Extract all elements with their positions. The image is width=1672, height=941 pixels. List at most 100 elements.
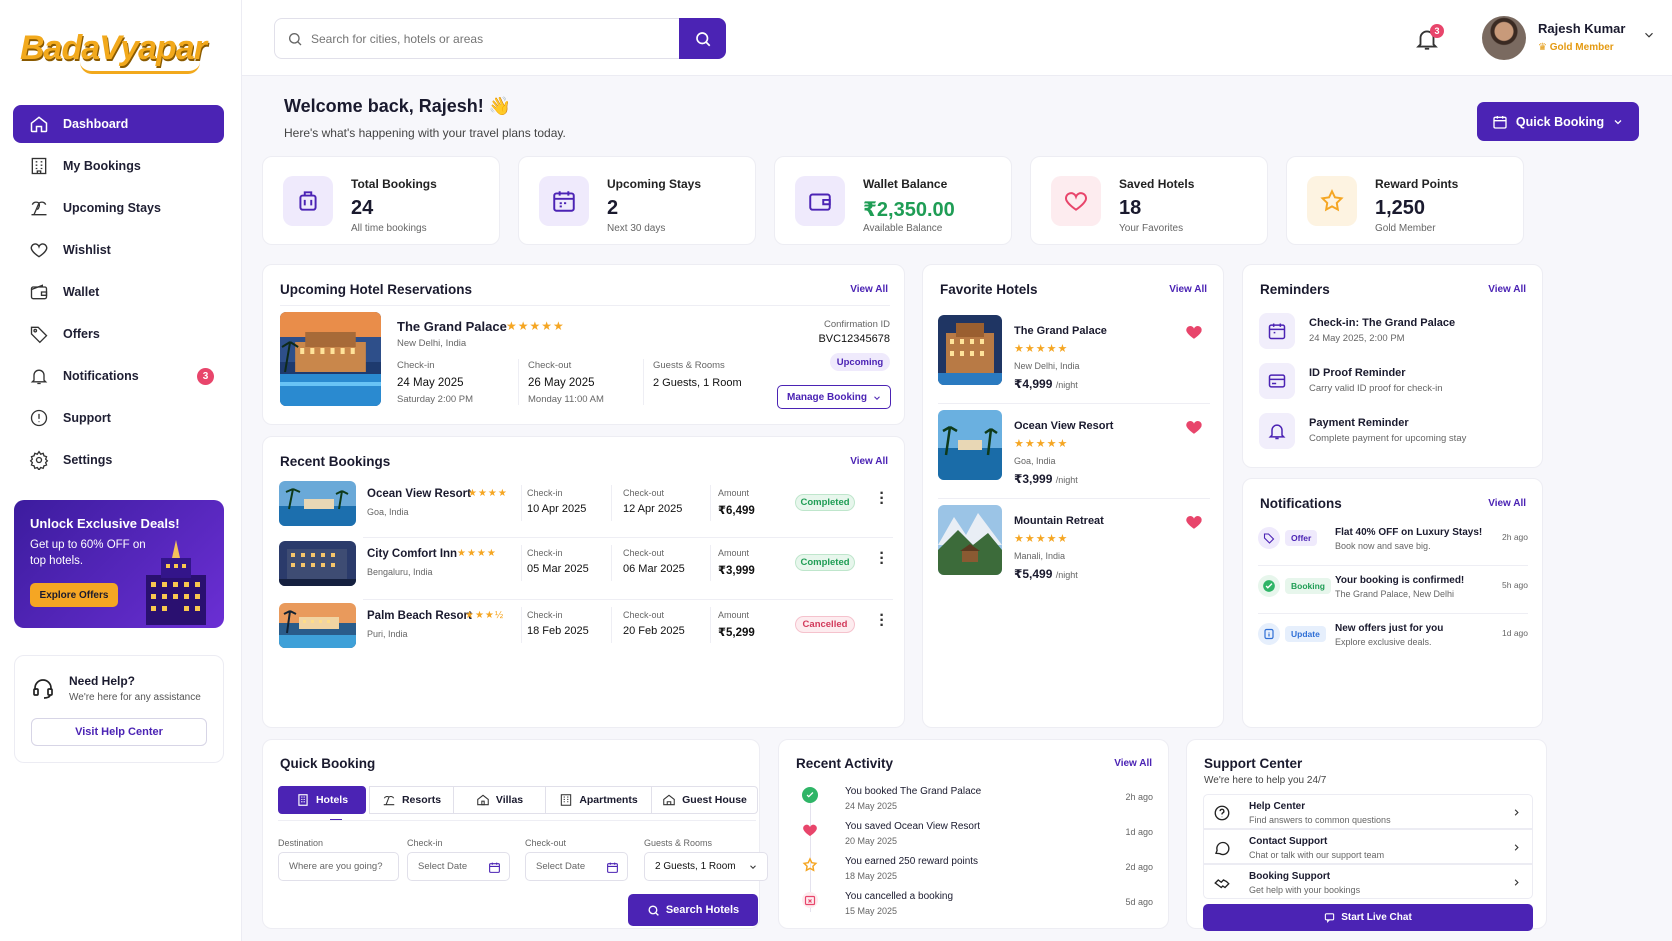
heart-icon[interactable] [1185, 418, 1203, 436]
stat-card-wallet-balance[interactable]: Wallet Balance ₹2,350.00 Available Balan… [774, 156, 1012, 245]
divider [710, 545, 711, 581]
view-all-link[interactable]: View All [1488, 284, 1526, 295]
view-all-link[interactable]: View All [850, 284, 888, 295]
sidebar-item-label: Notifications [63, 369, 139, 383]
sidebar-item-label: Upcoming Stays [63, 201, 161, 215]
sidebar-item-support[interactable]: Support [13, 399, 224, 437]
more-options-icon[interactable]: · · · [877, 608, 887, 634]
list-item[interactable]: Booking Your booking is confirmed! The G… [1243, 571, 1544, 615]
sidebar-item-wallet[interactable]: Wallet [13, 273, 224, 311]
guests-label: Guests & Rooms [644, 838, 713, 848]
status-badge: Cancelled [795, 616, 855, 633]
divider [710, 607, 711, 643]
support-item-contact-support[interactable]: Contact Support Chat or talk with our su… [1203, 829, 1533, 864]
stat-card-reward-points[interactable]: Reward Points 1,250 Gold Member [1286, 156, 1524, 245]
tab-villas[interactable]: Villas [453, 786, 545, 814]
list-item[interactable]: You earned 250 reward points 18 May 2025… [779, 854, 1170, 890]
sidebar-item-my-bookings[interactable]: My Bookings [13, 147, 224, 185]
table-row[interactable]: City Comfort Inn ★★★★ Bengaluru, India C… [263, 541, 906, 599]
support-item-help-center[interactable]: Help Center Find answers to common quest… [1203, 794, 1533, 829]
heart-icon[interactable] [1185, 513, 1203, 531]
checkin-label: Check-in [527, 488, 563, 498]
checkin-date-input[interactable]: Select Date [407, 852, 510, 881]
view-all-link[interactable]: View All [1488, 498, 1526, 509]
search-button[interactable] [679, 18, 726, 59]
table-row[interactable]: Ocean View Resort ★★★★ Goa, India Check-… [263, 479, 906, 537]
support-item-title: Contact Support [1249, 836, 1328, 847]
star-rating: ★★★★ [468, 488, 508, 499]
heart-icon[interactable] [1185, 323, 1203, 341]
reminder-title: Payment Reminder [1309, 417, 1409, 429]
hotel-location: Puri, India [367, 629, 408, 639]
help-card: Need Help? We're here for any assistance… [14, 655, 224, 763]
list-item[interactable]: Update New offers just for you Explore e… [1243, 619, 1544, 663]
sidebar-item-dashboard[interactable]: Dashboard [13, 105, 224, 143]
sidebar-item-settings[interactable]: Settings [13, 441, 224, 479]
stat-value: 18 [1119, 197, 1142, 219]
more-options-icon[interactable]: · · · [877, 486, 887, 512]
hotel-image[interactable] [280, 312, 381, 406]
start-live-chat-button[interactable]: Start Live Chat [1203, 904, 1533, 931]
hotel-image [938, 505, 1002, 575]
activity-date: 24 May 2025 [845, 801, 898, 811]
stat-card-saved-hotels[interactable]: Saved Hotels 18 Your Favorites [1030, 156, 1268, 245]
main-content: Welcome back, Rajesh! 👋 Here's what's ha… [242, 76, 1672, 941]
hotel-image [279, 541, 356, 586]
tab-guest-house[interactable]: Guest House [651, 786, 758, 814]
quick-booking-button[interactable]: Quick Booking [1477, 102, 1639, 141]
activity-time: 1d ago [1125, 827, 1153, 837]
divider [518, 359, 519, 405]
user-menu[interactable]: Rajesh Kumar ♛ Gold Member [1482, 16, 1657, 60]
list-item[interactable]: You cancelled a booking 15 May 2025 5d a… [779, 889, 1170, 925]
checkin-label: Check-in [407, 838, 443, 848]
per-night-label: /night [1055, 570, 1078, 580]
explore-offers-button[interactable]: Explore Offers [30, 583, 118, 607]
divider [611, 607, 612, 643]
sidebar-item-wishlist[interactable]: Wishlist [13, 231, 224, 269]
search-input[interactable] [311, 29, 671, 49]
guests-select[interactable]: 2 Guests, 1 Room [644, 852, 768, 881]
amount-value: ₹6,499 [718, 505, 755, 517]
list-item[interactable]: Check-in: The Grand Palace 24 May 2025, … [1243, 311, 1544, 357]
sidebar-item-upcoming-stays[interactable]: Upcoming Stays [13, 189, 224, 227]
support-item-sub: Chat or talk with our support team [1249, 850, 1385, 860]
hotel-location: Goa, India [367, 507, 409, 517]
help-subtitle: We're here for any assistance [69, 692, 201, 703]
list-item[interactable]: Ocean View Resort ★★★★★ Goa, India ₹3,99… [923, 410, 1225, 500]
sidebar-item-notifications[interactable]: Notifications 3 [13, 357, 224, 395]
sidebar: BadaVyapar Dashboard My Bookings Upcomin… [0, 0, 242, 941]
view-all-link[interactable]: View All [1169, 284, 1207, 295]
manage-booking-dropdown[interactable]: Manage Booking [777, 385, 891, 409]
tab-resorts[interactable]: Resorts [369, 786, 453, 814]
list-item[interactable]: Mountain Retreat ★★★★★ Manali, India ₹5,… [923, 505, 1225, 595]
activity-time: 2d ago [1125, 862, 1153, 872]
more-options-icon[interactable]: · · · [877, 546, 887, 572]
view-all-link[interactable]: View All [850, 456, 888, 467]
stat-card-upcoming-stays[interactable]: Upcoming Stays 2 Next 30 days [518, 156, 756, 245]
search-hotels-button[interactable]: Search Hotels [628, 894, 758, 926]
destination-input[interactable]: Where are you going? [278, 852, 399, 881]
reminders-card: Reminders View All Check-in: The Grand P… [1242, 264, 1543, 468]
stat-card-total-bookings[interactable]: Total Bookings 24 All time bookings [262, 156, 500, 245]
sidebar-item-offers[interactable]: Offers [13, 315, 224, 353]
view-all-link[interactable]: View All [1114, 758, 1152, 769]
brand-logo[interactable]: BadaVyapar [20, 18, 220, 78]
card-title: Notifications [1260, 496, 1342, 511]
table-row[interactable]: Palm Beach Resort ★★★½ Puri, India Check… [263, 603, 906, 661]
list-item[interactable]: The Grand Palace ★★★★★ New Delhi, India … [923, 315, 1225, 405]
list-item[interactable]: Offer Flat 40% OFF on Luxury Stays! Book… [1243, 523, 1544, 567]
star-rating: ★★★★★ [1014, 438, 1069, 450]
visit-help-center-button[interactable]: Visit Help Center [31, 718, 207, 746]
list-item[interactable]: Payment Reminder Complete payment for up… [1243, 411, 1544, 457]
tab-hotels[interactable]: Hotels [278, 786, 366, 814]
checkin-date: 24 May 2025 [397, 377, 464, 389]
list-item[interactable]: You booked The Grand Palace 24 May 2025 … [779, 784, 1170, 820]
notification-time: 1d ago [1502, 628, 1528, 638]
list-item[interactable]: You saved Ocean View Resort 20 May 2025 … [779, 819, 1170, 855]
tab-label: Guest House [682, 794, 747, 806]
support-item-booking-support[interactable]: Booking Support Get help with your booki… [1203, 864, 1533, 899]
checkout-date-input[interactable]: Select Date [525, 852, 628, 881]
list-item[interactable]: ID Proof Reminder Carry valid ID proof f… [1243, 361, 1544, 407]
confirmation-label: Confirmation ID [824, 319, 890, 330]
tab-apartments[interactable]: Apartments [545, 786, 651, 814]
